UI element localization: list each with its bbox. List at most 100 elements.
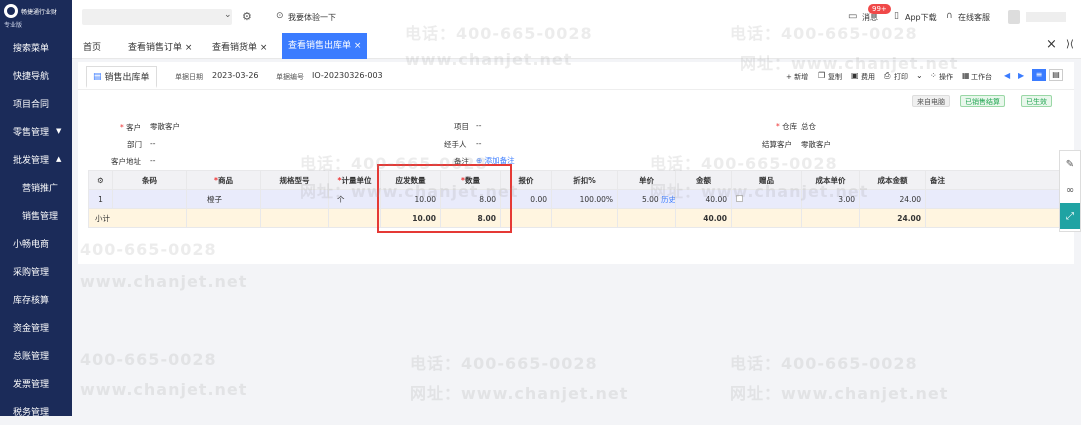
col-qty[interactable]: *数量 — [440, 170, 501, 190]
sidebar-item-quick-nav[interactable]: 快捷导航 — [0, 61, 72, 89]
gift-checkbox[interactable] — [736, 194, 743, 202]
add-remark-link[interactable]: ⊕ 添加备注 — [476, 155, 515, 166]
sidebar-item-wholesale[interactable]: 批发管理 ▲ — [0, 145, 72, 173]
tab-sales-outbound[interactable]: 查看销售出库单 × — [282, 33, 368, 59]
sidebar-item-label: 库存核算 — [13, 295, 50, 306]
expand-icon[interactable]: ⤢ — [1060, 203, 1080, 229]
col-amount[interactable]: 金额 — [675, 170, 732, 190]
close-icon[interactable]: × — [1046, 37, 1057, 52]
cell-unit[interactable]: 个 — [328, 189, 381, 209]
sidebar-item-funds[interactable]: 资金管理 — [0, 313, 72, 341]
sidebar-item-purchase[interactable]: 采购管理 — [0, 257, 72, 285]
company-selector[interactable] — [82, 9, 232, 25]
project-value[interactable]: -- — [476, 121, 481, 130]
online-service-link[interactable]: 在线客服 — [958, 12, 990, 23]
cell-due-qty[interactable]: 10.00 — [380, 189, 441, 209]
cell-gift[interactable] — [731, 189, 802, 209]
phone-icon: ▯ — [894, 11, 899, 21]
history-link[interactable]: 历史 — [661, 195, 674, 204]
sidebar-item-label: 批发管理 — [13, 155, 50, 166]
col-remark[interactable]: 备注 — [925, 170, 1069, 190]
col-unit[interactable]: *计量单位 — [328, 170, 381, 190]
source-badge: 来自电脑 — [912, 95, 950, 107]
address-value[interactable]: -- — [150, 156, 155, 165]
sidebar-item-label: 搜索菜单 — [13, 43, 50, 54]
chevron-down-icon[interactable]: ⌄ — [916, 71, 923, 80]
warehouse-value[interactable]: 总仓 — [801, 121, 816, 132]
gear-icon[interactable]: ⚙ — [242, 10, 252, 23]
sidebar-item-marketing[interactable]: 营销推广 — [0, 173, 72, 201]
sidebar-item-label: 销售管理 — [22, 211, 59, 222]
user-name[interactable] — [1026, 12, 1066, 22]
message-icon[interactable]: ▭ — [848, 11, 857, 22]
tab-home[interactable]: 首页 — [83, 37, 101, 59]
col-discount[interactable]: 折扣% — [551, 170, 618, 190]
col-cost-price[interactable]: 成本单价 — [801, 170, 860, 190]
sidebar-item-inventory[interactable]: 库存核算 — [0, 285, 72, 313]
cell-cost-amount[interactable]: 24.00 — [859, 189, 926, 209]
app-download-link[interactable]: App下载 — [905, 12, 937, 23]
col-barcode[interactable]: 条码 — [112, 170, 187, 190]
sidebar-item-retail[interactable]: 零售管理 ▼ — [0, 117, 72, 145]
sidebar-item-tax[interactable]: 税务管理 — [0, 397, 72, 425]
watermark: 400-665-0028 — [80, 350, 217, 369]
sidebar-item-ledger[interactable]: 总账管理 — [0, 341, 72, 369]
col-product[interactable]: *商品 — [186, 170, 261, 190]
col-gift[interactable]: 赠品 — [731, 170, 802, 190]
workbench-button[interactable]: 工作台 — [971, 72, 992, 82]
tab-sales-delivery[interactable]: 查看销货单 × — [212, 37, 267, 59]
col-quote[interactable]: 报价 — [500, 170, 552, 190]
collapse-icon[interactable]: ⟩⟨ — [1066, 39, 1074, 50]
settings-icon[interactable]: ⚙ — [88, 170, 113, 190]
settle-customer-label: 结算客户 — [762, 140, 792, 149]
col-due-qty[interactable]: 应发数量 — [380, 170, 441, 190]
customer-value[interactable]: 零散客户 — [150, 121, 180, 132]
chevron-down-icon[interactable]: ⌄ — [224, 10, 232, 20]
sidebar-item-search-menu[interactable]: 搜索菜单 — [0, 33, 72, 61]
cell-discount[interactable]: 100.00% — [551, 189, 618, 209]
right-toolbar: ✎ ∞ ⤢ — [1059, 150, 1081, 232]
watermark: 电话：400-665-0028 — [410, 354, 598, 373]
new-button[interactable]: + 新增 — [786, 72, 808, 82]
prev-icon[interactable]: ◀ — [1004, 71, 1010, 80]
cell-barcode[interactable] — [112, 189, 187, 209]
card-view-icon[interactable]: ▤ — [1049, 69, 1063, 81]
cell-remark[interactable] — [925, 189, 1069, 209]
avatar[interactable] — [1008, 10, 1020, 24]
cell-product[interactable]: 橙子 — [186, 189, 261, 209]
cell-price[interactable]: 5.00 历史 — [617, 189, 676, 209]
cell-quote[interactable]: 0.00 — [500, 189, 552, 209]
table-row[interactable]: 1 橙子 个 10.00 8.00 0.00 100.00% 5.00 历史 4… — [88, 189, 1069, 209]
link-icon[interactable]: ∞ — [1060, 177, 1080, 203]
col-spec[interactable]: 规格型号 — [260, 170, 329, 190]
cell-cost-price[interactable]: 3.00 — [801, 189, 860, 209]
sidebar-item-project-contract[interactable]: 项目合同 — [0, 89, 72, 117]
settle-customer-value[interactable]: 零散客户 — [801, 139, 831, 150]
sidebar-item-label: 营销推广 — [22, 183, 59, 194]
cell-qty[interactable]: 8.00 — [440, 189, 501, 209]
next-icon[interactable]: ▶ — [1018, 71, 1024, 80]
cell-amount[interactable]: 40.00 — [675, 189, 732, 209]
col-cost-amount[interactable]: 成本金额 — [859, 170, 926, 190]
copy-icon: ❐ — [818, 71, 826, 80]
print-icon: ⎙ — [884, 71, 891, 80]
fee-button[interactable]: 费用 — [861, 72, 875, 82]
cell-spec[interactable] — [260, 189, 329, 209]
sidebar-item-label: 资金管理 — [13, 323, 50, 334]
try-link[interactable]: 我要体验一下 — [288, 12, 336, 23]
sidebar-item-invoice[interactable]: 发票管理 — [0, 369, 72, 397]
note-icon[interactable]: ✎ — [1060, 151, 1080, 177]
subtotal-due-qty: 10.00 — [380, 208, 441, 228]
logo-text: 畅捷通行业财 — [21, 8, 58, 16]
print-button[interactable]: 打印 — [894, 72, 908, 82]
sidebar-item-e-commerce[interactable]: 小畅电商 — [0, 229, 72, 257]
remark-label: 备注 — [454, 157, 469, 166]
ops-button[interactable]: 操作 — [939, 72, 953, 82]
dept-value[interactable]: -- — [150, 139, 155, 148]
col-price[interactable]: 单价 — [617, 170, 676, 190]
list-view-icon[interactable]: ≡ — [1032, 69, 1046, 81]
tab-sales-order[interactable]: 查看销售订单 × — [128, 37, 192, 59]
sidebar-item-sales[interactable]: 销售管理 — [0, 201, 72, 229]
handler-value[interactable]: -- — [476, 139, 481, 148]
copy-button[interactable]: 复制 — [828, 72, 842, 82]
